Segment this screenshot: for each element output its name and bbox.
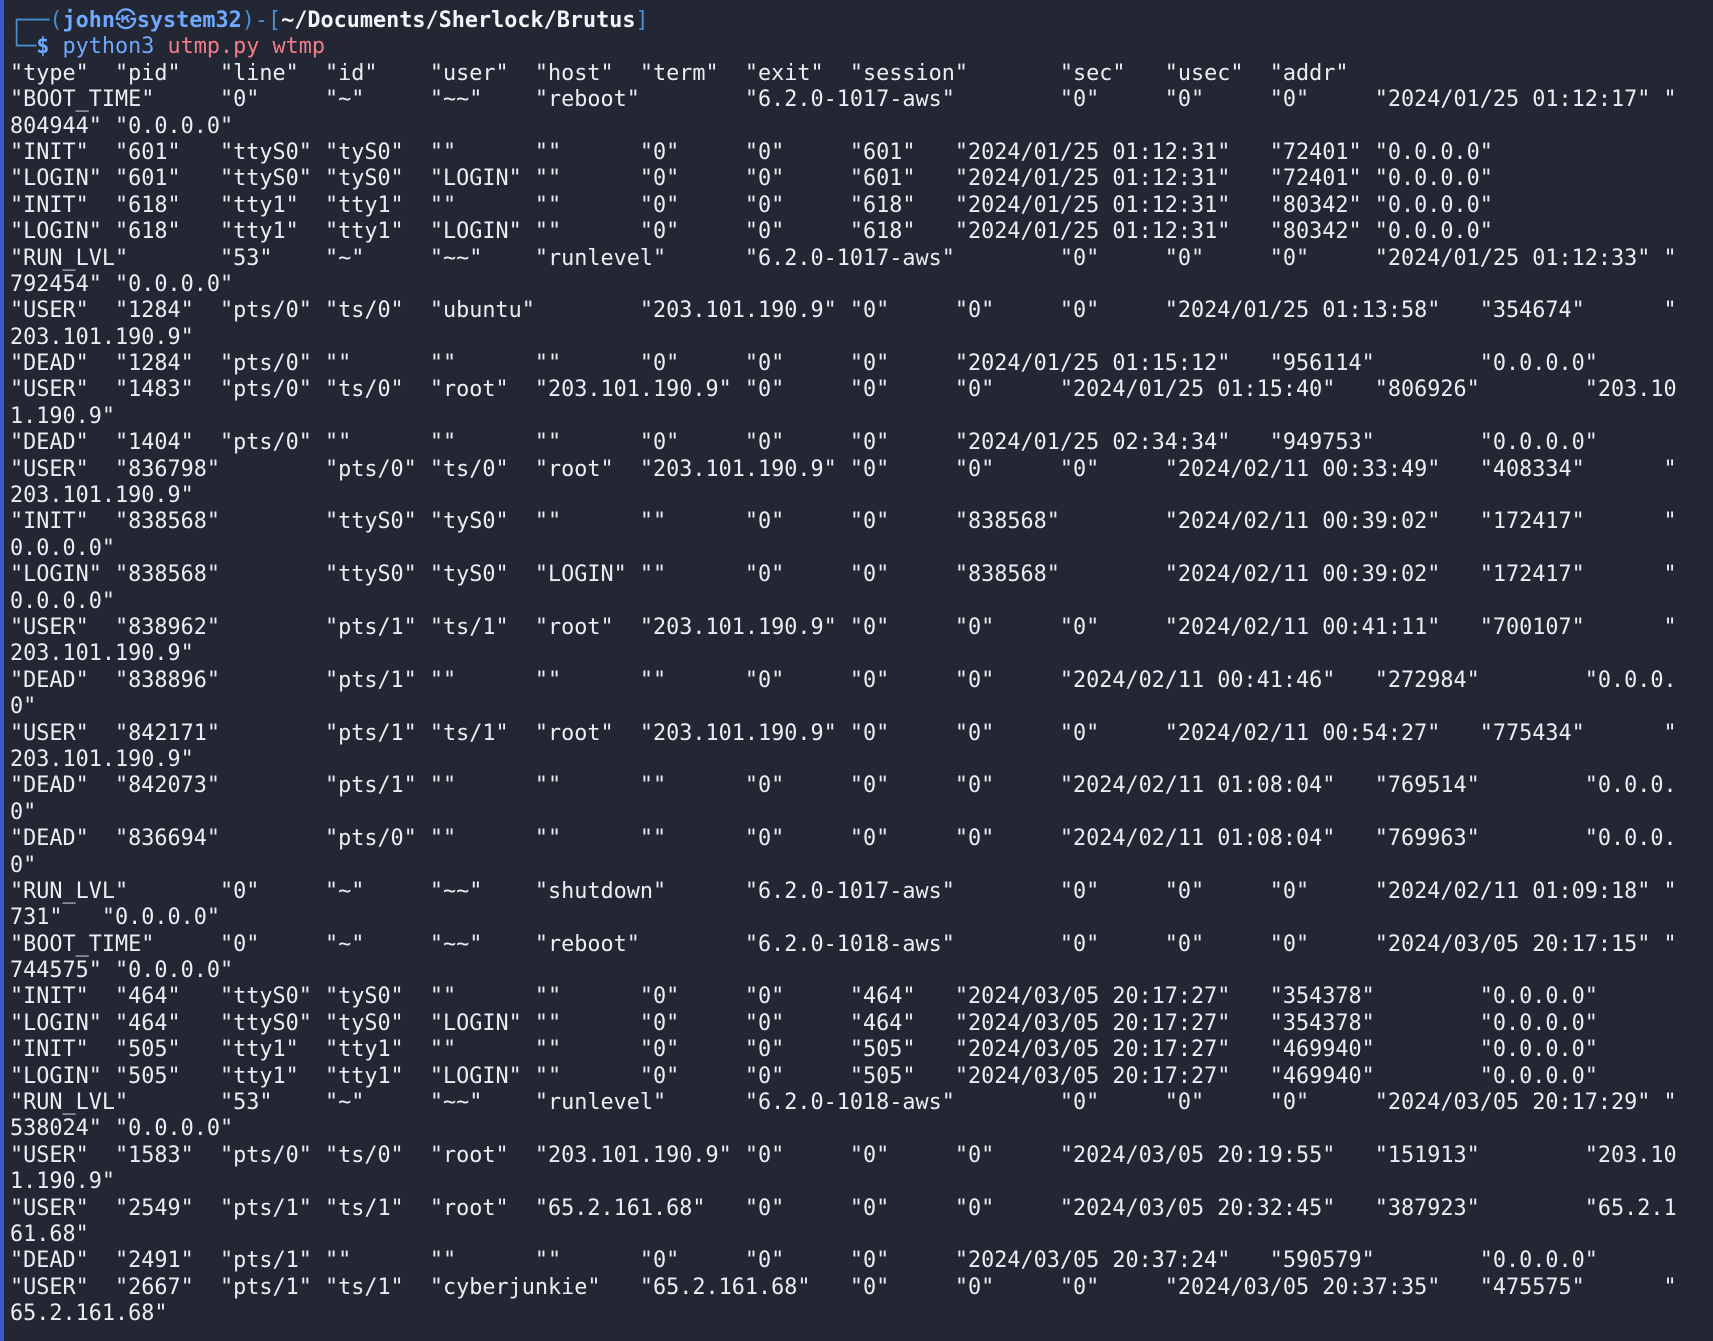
prompt-frame-bottom-left: └─	[10, 34, 37, 60]
output-line: 65.2.161.68"	[10, 1301, 168, 1327]
output-line: 203.101.190.9"	[10, 641, 194, 667]
output-line: 0"	[10, 694, 37, 720]
output-line: "DEAD" "836694" "pts/0" "" "" "" "0" "0"…	[10, 826, 1677, 852]
prompt-line-command: └─$ python3 utmp.py wtmp	[10, 34, 1713, 60]
output-line: "DEAD" "1404" "pts/0" "" "" "" "0" "0" "…	[10, 430, 1598, 456]
output-line: "RUN_LVL" "53" "~" "~~" "runlevel" "6.2.…	[10, 245, 1677, 271]
command-arg-file: wtmp	[272, 34, 326, 60]
prompt-host: system32	[136, 8, 242, 33]
prompt-frame-mid: )-[	[241, 8, 282, 33]
output-line: "LOGIN" "464" "ttyS0" "tyS0" "LOGIN" "" …	[10, 1010, 1598, 1036]
output-line: "INIT" "838568" "ttyS0" "tyS0" "" "" "0"…	[10, 509, 1677, 535]
prompt-user: john	[62, 8, 116, 33]
command-name: python3	[62, 34, 155, 60]
output-line: 731" "0.0.0.0"	[10, 905, 220, 931]
prompt-path: ~/Documents/Sherlock/Brutus	[281, 8, 636, 33]
output-line: "DEAD" "838896" "pts/1" "" "" "" "0" "0"…	[10, 667, 1677, 693]
terminal-window[interactable]: ┌──(john㉿system32)-[~/Documents/Sherlock…	[0, 0, 1713, 1341]
output-line: 1.190.9"	[10, 1169, 115, 1195]
output-line: "USER" "1483" "pts/0" "ts/0" "root" "203…	[10, 377, 1677, 403]
output-line: "INIT" "618" "tty1" "tty1" "" "" "0" "0"…	[10, 192, 1493, 218]
output-line: "RUN_LVL" "0" "~" "~~" "shutdown" "6.2.0…	[10, 878, 1677, 904]
output-line: "type" "pid" "line" "id" "user" "host" "…	[10, 60, 1349, 86]
output-line: 0.0.0.0"	[10, 588, 115, 614]
output-line: 203.101.190.9"	[10, 324, 194, 350]
output-line: 0"	[10, 799, 37, 825]
output-line: "DEAD" "2491" "pts/1" "" "" "" "0" "0" "…	[10, 1248, 1598, 1274]
output-line: "INIT" "601" "ttyS0" "tyS0" "" "" "0" "0…	[10, 139, 1493, 165]
prompt-dollar: $	[36, 34, 50, 60]
output-line: 538024" "0.0.0.0"	[10, 1116, 234, 1142]
output-line: 792454" "0.0.0.0"	[10, 271, 234, 297]
output-line: "USER" "842171" "pts/1" "ts/1" "root" "2…	[10, 720, 1677, 746]
output-line: "DEAD" "842073" "pts/1" "" "" "" "0" "0"…	[10, 773, 1677, 799]
output-line: 1.190.9"	[10, 403, 115, 429]
output-line: "USER" "2549" "pts/1" "ts/1" "root" "65.…	[10, 1195, 1677, 1221]
separator-icon: ㉿	[115, 8, 137, 33]
output-line: 203.101.190.9"	[10, 746, 194, 772]
output-line: "INIT" "505" "tty1" "tty1" "" "" "0" "0"…	[10, 1037, 1598, 1063]
prompt-frame-close: ]	[635, 8, 649, 33]
output-line: 0.0.0.0"	[10, 535, 115, 561]
output-line: "LOGIN" "505" "tty1" "tty1" "LOGIN" "" "…	[10, 1063, 1598, 1089]
output-line: "LOGIN" "838568" "ttyS0" "tyS0" "LOGIN" …	[10, 562, 1677, 588]
output-line: "BOOT_TIME" "0" "~" "~~" "reboot" "6.2.0…	[10, 87, 1677, 113]
output-line: "USER" "836798" "pts/0" "ts/0" "root" "2…	[10, 456, 1677, 482]
command-arg-script: utmp.py	[167, 34, 260, 60]
output-line: 0"	[10, 852, 37, 878]
output-line: "USER" "1284" "pts/0" "ts/0" "ubuntu" "2…	[10, 298, 1677, 324]
output-line: "USER" "838962" "pts/1" "ts/1" "root" "2…	[10, 614, 1677, 640]
output-line: 203.101.190.9"	[10, 483, 194, 509]
output-line: "BOOT_TIME" "0" "~" "~~" "reboot" "6.2.0…	[10, 931, 1677, 957]
output-line: "RUN_LVL" "53" "~" "~~" "runlevel" "6.2.…	[10, 1090, 1677, 1116]
output-line: 804944" "0.0.0.0"	[10, 113, 234, 139]
command-output: "type" "pid" "line" "id" "user" "host" "…	[10, 61, 1713, 1328]
output-line: "LOGIN" "618" "tty1" "tty1" "LOGIN" "" "…	[10, 219, 1493, 245]
output-line: "USER" "1583" "pts/0" "ts/0" "root" "203…	[10, 1142, 1677, 1168]
output-line: "LOGIN" "601" "ttyS0" "tyS0" "LOGIN" "" …	[10, 166, 1493, 192]
output-line: "INIT" "464" "ttyS0" "tyS0" "" "" "0" "0…	[10, 984, 1598, 1010]
output-line: 61.68"	[10, 1221, 89, 1247]
prompt-line-top: ┌──(john㉿system32)-[~/Documents/Sherlock…	[10, 8, 1713, 34]
output-line: 744575" "0.0.0.0"	[10, 958, 234, 984]
output-line: "DEAD" "1284" "pts/0" "" "" "" "0" "0" "…	[10, 351, 1598, 377]
output-line: "USER" "2667" "pts/1" "ts/1" "cyberjunki…	[10, 1274, 1677, 1300]
prompt-frame-top-left: ┌──(	[10, 8, 63, 33]
